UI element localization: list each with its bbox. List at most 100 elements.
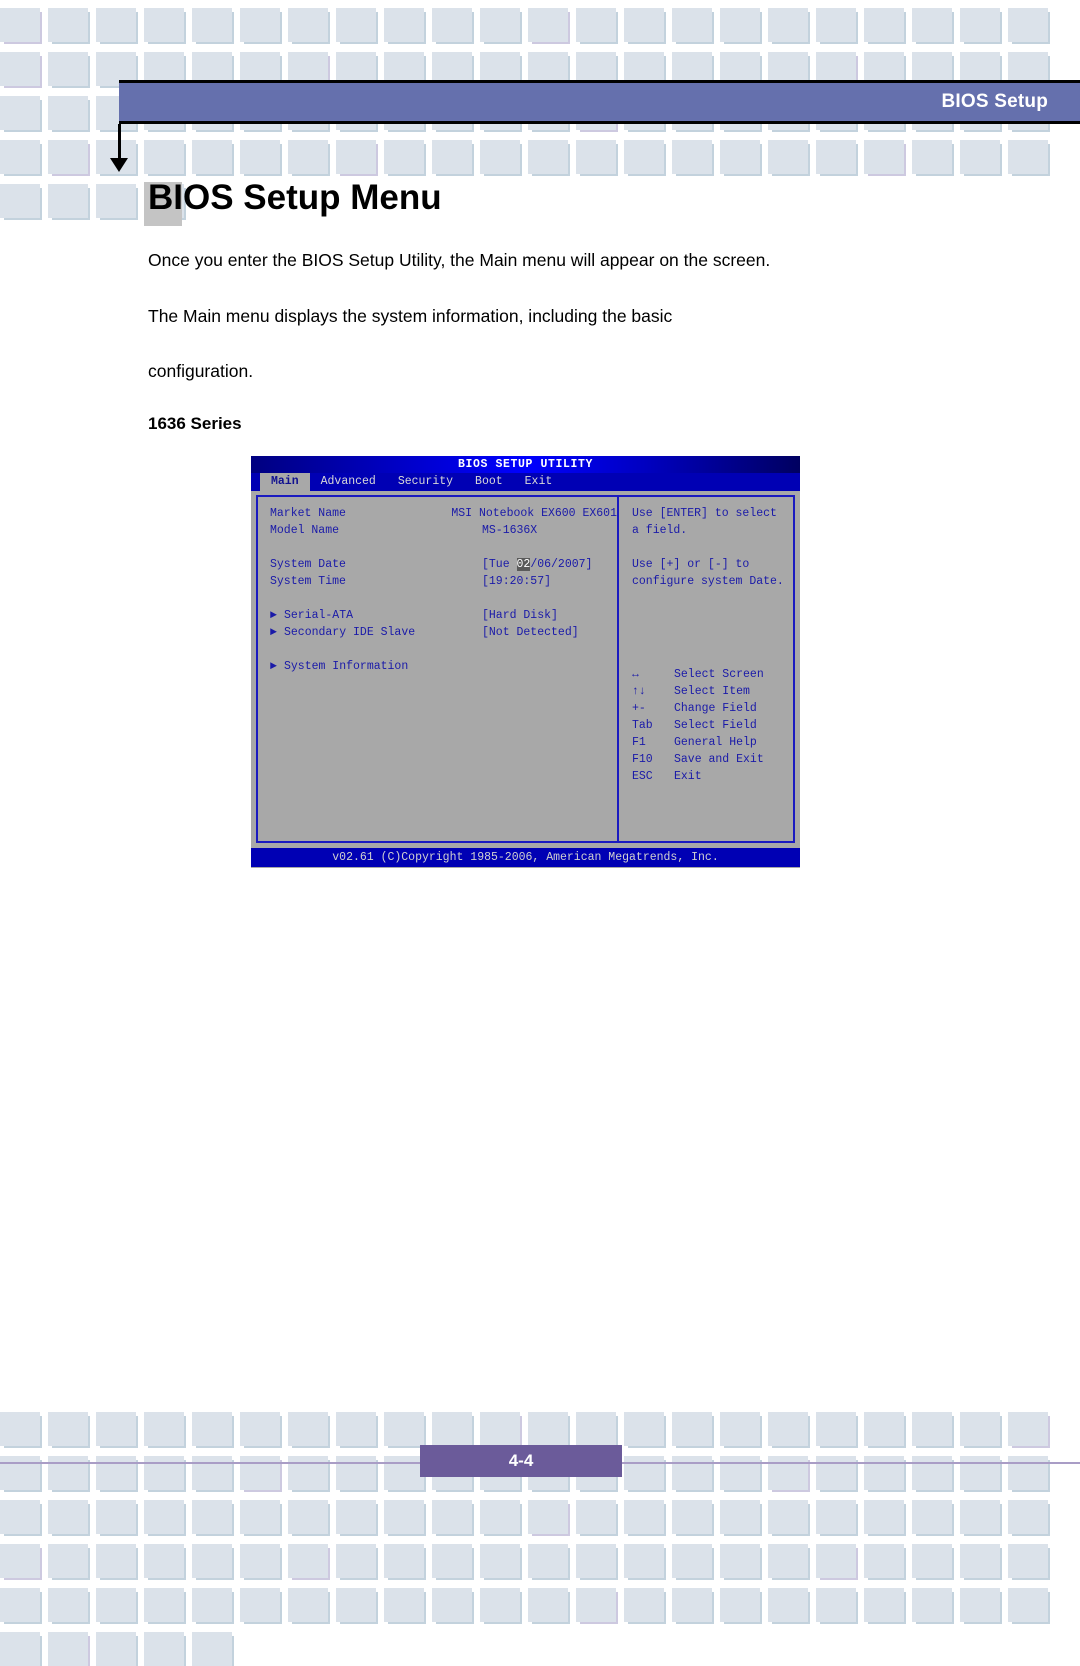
decorative-square [528, 1544, 568, 1578]
decorative-square [864, 8, 904, 42]
decorative-square [336, 1412, 376, 1446]
decorative-square [720, 1588, 760, 1622]
decorative-square [768, 1500, 808, 1534]
decorative-square [768, 1588, 808, 1622]
decorative-square [144, 1588, 184, 1622]
decorative-square [432, 1544, 472, 1578]
bios-row-serial-ata[interactable]: ► Serial-ATA [Hard Disk] [270, 608, 617, 625]
decorative-square [816, 1412, 856, 1446]
bios-title-bar: BIOS SETUP UTILITY [251, 456, 800, 473]
intro-paragraph-3: configuration. [148, 361, 254, 381]
decorative-square [864, 1412, 904, 1446]
decorative-square [96, 1632, 136, 1666]
bios-date-suffix: /06/2007] [530, 558, 593, 571]
bios-key-legend-row: ↑↓ Select Item [632, 684, 793, 701]
decorative-square [0, 1544, 40, 1578]
decorative-square [384, 1500, 424, 1534]
decorative-square [336, 140, 376, 174]
decorative-square [288, 8, 328, 42]
decorative-square [192, 1588, 232, 1622]
decorative-square [48, 52, 88, 86]
decorative-square [240, 1412, 280, 1446]
bios-key-desc-exit: Exit [674, 770, 702, 783]
bios-tab-exit[interactable]: Exit [514, 473, 564, 491]
bios-help-line-3: Use [+] or [-] to [632, 558, 750, 571]
decorative-square [576, 1544, 616, 1578]
decorative-square [528, 8, 568, 42]
bios-date-selected-segment[interactable]: 02 [516, 558, 531, 571]
decorative-square [48, 1544, 88, 1578]
decorative-square [96, 8, 136, 42]
bios-key-desc-select-field: Select Field [674, 719, 757, 732]
bios-tab-boot[interactable]: Boot [464, 473, 514, 491]
decorative-square [960, 140, 1000, 174]
decorative-square [816, 1588, 856, 1622]
bios-row-system-time[interactable]: System Time [19:20:57] [270, 574, 617, 591]
page-number-badge: 4-4 [420, 1445, 622, 1477]
bios-help-line-2: a field. [632, 524, 688, 537]
decorative-square [144, 140, 184, 174]
decorative-square [816, 8, 856, 42]
decorative-square [528, 1588, 568, 1622]
decorative-square [720, 1544, 760, 1578]
bios-system-date-value[interactable]: [Tue 02/06/2007] [482, 557, 592, 573]
bios-key-legend-row: F10 Save and Exit [632, 752, 793, 769]
decorative-square [192, 1544, 232, 1578]
decorative-square [240, 140, 280, 174]
bios-key-legend-row: F1 General Help [632, 735, 793, 752]
decorative-square [960, 8, 1000, 42]
bios-tab-security[interactable]: Security [387, 473, 464, 491]
decorative-square [768, 1544, 808, 1578]
bios-key-esc: ESC [632, 770, 653, 783]
decorative-square [144, 1544, 184, 1578]
decorative-square [864, 1544, 904, 1578]
decorative-square [528, 1500, 568, 1534]
bios-tab-main[interactable]: Main [260, 473, 310, 491]
decorative-square [624, 8, 664, 42]
bios-secondary-ide-value: [Not Detected] [482, 626, 579, 639]
bios-key-legend-row: ↔ Select Screen [632, 667, 793, 684]
bios-row-system-date[interactable]: System Date [Tue 02/06/2007] [270, 557, 617, 574]
decorative-square [720, 1412, 760, 1446]
decorative-square [1008, 1544, 1048, 1578]
decorative-square [480, 1412, 520, 1446]
header-banner: BIOS Setup [119, 80, 1080, 124]
page-content: BIOS Setup Menu Once you enter the BIOS … [144, 178, 938, 450]
bios-help-spacer [632, 540, 793, 557]
decorative-square [480, 140, 520, 174]
bios-settings-panel: Market Name MSI Notebook EX600 EX601 Mod… [256, 495, 618, 843]
decorative-square [384, 8, 424, 42]
decorative-square [336, 1544, 376, 1578]
decorative-square [1008, 140, 1048, 174]
bios-key-desc-select-item: Select Item [674, 685, 750, 698]
bios-row-system-information[interactable]: ► System Information [270, 659, 617, 676]
bios-tab-advanced[interactable]: Advanced [310, 473, 387, 491]
bios-setup-screenshot: BIOS SETUP UTILITY Main Advanced Securit… [251, 456, 800, 868]
decorative-square [432, 8, 472, 42]
bios-key-desc-general-help: General Help [674, 736, 757, 749]
decorative-square [576, 140, 616, 174]
bios-spacer [270, 591, 617, 608]
bios-key-desc-change-field: Change Field [674, 702, 757, 715]
bios-system-time-value[interactable]: [19:20:57] [482, 574, 551, 590]
decorative-square [432, 1588, 472, 1622]
decorative-square [288, 140, 328, 174]
bios-serial-ata-text: Serial-ATA [284, 609, 354, 622]
decorative-square [768, 1412, 808, 1446]
bios-help-spacer [632, 659, 793, 667]
arrow-down-icon [110, 158, 128, 172]
decorative-square [0, 1588, 40, 1622]
decorative-square [960, 1500, 1000, 1534]
bios-row-secondary-ide-slave[interactable]: ► Secondary IDE Slave [Not Detected] [270, 625, 617, 642]
decorative-square [720, 140, 760, 174]
decorative-square [144, 1500, 184, 1534]
decorative-square [816, 140, 856, 174]
bios-help-spacer [632, 625, 793, 642]
decorative-square [384, 140, 424, 174]
decorative-square [384, 1544, 424, 1578]
bios-secondary-ide-label: ► Secondary IDE Slave [270, 625, 482, 641]
decorative-square [144, 8, 184, 42]
bios-key-f10: F10 [632, 753, 653, 766]
bios-secondary-ide-text: Secondary IDE Slave [284, 626, 416, 639]
decorative-square [768, 8, 808, 42]
